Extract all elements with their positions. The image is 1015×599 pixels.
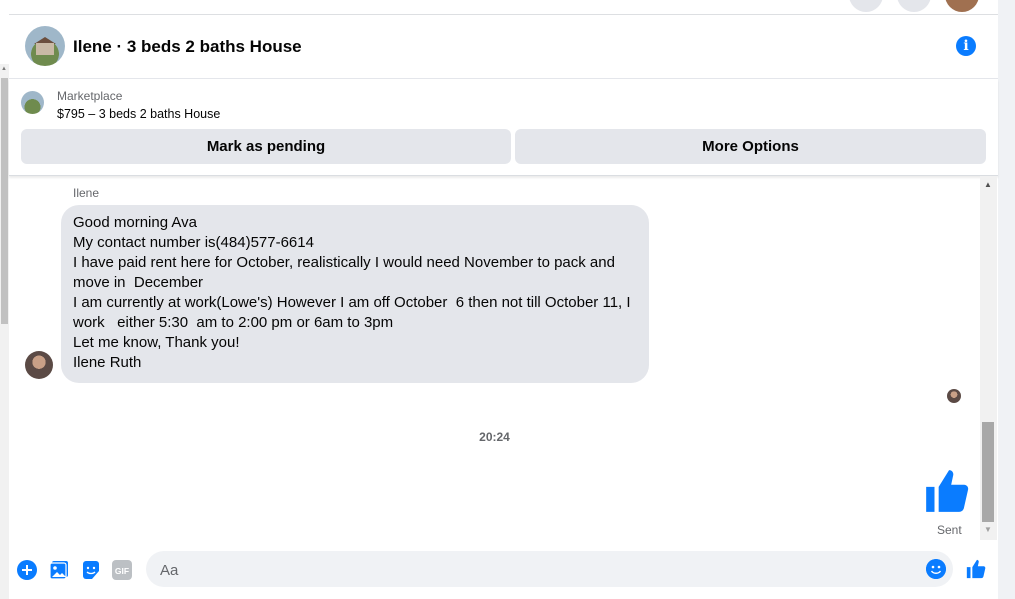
message-bubble[interactable]: Good morning Ava My contact number is(48… — [61, 205, 649, 383]
photo-icon[interactable] — [49, 560, 69, 580]
marketplace-listing-banner: Marketplace $795 – 3 beds 2 baths House … — [9, 79, 998, 176]
conversation-title[interactable]: Ilene · 3 beds 2 baths House — [73, 37, 302, 57]
message-line: I am currently at work(Lowe's) However I… — [73, 294, 635, 331]
right-side-strip — [998, 0, 1015, 599]
listing-price-title[interactable]: $795 – 3 beds 2 baths House — [57, 107, 220, 121]
top-toolbar — [9, 0, 998, 15]
message-scrollbar[interactable]: ▲ ▼ — [980, 176, 997, 540]
page-scrollbar[interactable]: ▲ — [0, 64, 9, 599]
sticker-icon[interactable] — [81, 560, 101, 580]
emoji-icon[interactable] — [926, 559, 946, 579]
message-scrollbar-thumb[interactable] — [982, 422, 994, 522]
gif-icon-label: GIF — [115, 566, 129, 576]
toolbar-button[interactable] — [897, 0, 931, 12]
thumbs-up-icon — [926, 470, 969, 512]
sender-name: Ilene — [73, 186, 100, 200]
message-line: Let me know, Thank you! — [73, 334, 240, 351]
message-input[interactable] — [158, 551, 922, 589]
toolbar-button[interactable] — [849, 0, 883, 12]
profile-avatar[interactable] — [945, 0, 979, 12]
listing-thumbnail[interactable] — [21, 91, 44, 114]
scroll-up-arrow-icon[interactable]: ▲ — [984, 180, 992, 189]
conversation-header: Ilene · 3 beds 2 baths House i — [9, 15, 998, 79]
page-scrollbar-thumb[interactable] — [1, 78, 8, 324]
send-like-icon[interactable] — [964, 558, 988, 580]
seen-receipt-avatar — [947, 389, 961, 403]
info-icon[interactable]: i — [956, 36, 976, 56]
message-input-wrapper — [146, 551, 953, 589]
listing-source-label: Marketplace — [57, 89, 123, 103]
message-line: My contact number is(484)577-6614 — [73, 234, 314, 251]
message-line: Good morning Ava — [73, 214, 197, 231]
scroll-up-arrow-icon[interactable]: ▲ — [1, 66, 7, 72]
mark-as-pending-button[interactable]: Mark as pending — [21, 129, 511, 164]
message-composer: GIF — [9, 544, 998, 599]
sender-avatar[interactable] — [25, 351, 53, 379]
house-body — [36, 43, 54, 55]
message-timestamp: 20:24 — [479, 430, 510, 444]
more-options-button[interactable]: More Options — [515, 129, 986, 164]
scroll-down-arrow-icon[interactable]: ▼ — [984, 525, 992, 534]
conversation-avatar[interactable] — [25, 26, 65, 66]
gif-icon[interactable]: GIF — [112, 560, 132, 580]
plus-circle-icon[interactable] — [17, 560, 37, 580]
message-status: Sent — [937, 523, 962, 537]
message-thread: Ilene Good morning Ava My contact number… — [9, 176, 980, 542]
chat-window: Ilene · 3 beds 2 baths House i Marketpla… — [9, 0, 998, 599]
message-line: Ilene Ruth — [73, 354, 142, 371]
message-line: I have paid rent here for October, reali… — [73, 254, 620, 291]
